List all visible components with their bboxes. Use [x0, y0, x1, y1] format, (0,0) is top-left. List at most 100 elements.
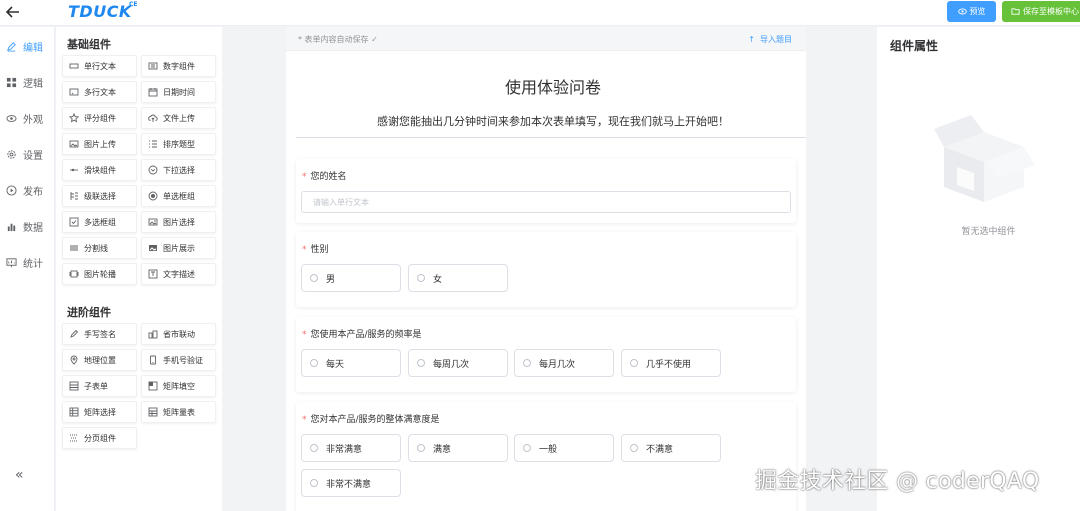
- empty-box-illustration: [934, 115, 1035, 202]
- radio-circle-icon: [630, 359, 638, 367]
- component-item[interactable]: 图片上传: [62, 133, 137, 155]
- radio-option[interactable]: 每天: [301, 349, 401, 377]
- component-item[interactable]: 下拉选择: [141, 159, 216, 181]
- bar-chart-icon: [7, 223, 16, 232]
- component-item[interactable]: 图片选择: [141, 211, 216, 233]
- component-item[interactable]: 矩阵填空: [141, 375, 216, 397]
- component-label: 日期时间: [163, 87, 195, 97]
- upload-arrow-icon: ↑: [748, 35, 755, 44]
- eye-icon: [957, 8, 967, 15]
- radio-circle-icon: [310, 444, 318, 452]
- component-item[interactable]: 手写签名: [62, 323, 137, 345]
- logo[interactable]: TDUCK: [68, 2, 132, 21]
- nav-item-appearance[interactable]: 外观: [6, 111, 43, 126]
- radio-circle-icon: [630, 444, 638, 452]
- component-item[interactable]: 单行文本: [62, 55, 137, 77]
- radio-option[interactable]: 女: [408, 264, 508, 292]
- component-item[interactable]: 多行文本: [62, 81, 137, 103]
- textarea-icon: [69, 88, 79, 96]
- nav-item-data[interactable]: 数据: [6, 219, 43, 234]
- component-item[interactable]: 矩阵选择: [62, 401, 137, 423]
- slider-icon: [70, 168, 78, 172]
- radio-option[interactable]: 几乎不使用: [621, 349, 721, 377]
- nav-label-data: 数据: [23, 223, 43, 234]
- question-card-gender[interactable]: * 性别 男 女: [296, 232, 796, 307]
- component-item[interactable]: 图片轮播: [62, 263, 137, 285]
- question-card-name[interactable]: * 您的姓名 请输入单行文本: [296, 159, 796, 223]
- radio-circle-icon: [417, 274, 425, 282]
- component-item[interactable]: 地理位置: [62, 349, 137, 371]
- basic-components-grid: 单行文本 数字组件 多行文本 日期时间评分组件 文件上传 图片上传 排序题型滑块组件 下拉选择…: [62, 55, 216, 285]
- component-item[interactable]: 手机号验证: [141, 349, 216, 371]
- nav-item-logic[interactable]: 逻辑: [6, 75, 43, 90]
- component-item[interactable]: 矩阵量表: [141, 401, 216, 423]
- component-item[interactable]: 排序题型: [141, 133, 216, 155]
- nav-label-logic: 逻辑: [23, 79, 43, 90]
- radio-option[interactable]: 每月几次: [514, 349, 614, 377]
- import-questions-link[interactable]: ↑ 导入题目: [748, 34, 792, 45]
- question-card-frequency[interactable]: * 您使用本产品/服务的频率是 每天 每周几次 每月几次 几乎不使用: [296, 317, 796, 392]
- component-item[interactable]: 文件上传: [141, 107, 216, 129]
- radio-circle-icon: [417, 359, 425, 367]
- component-item[interactable]: 滑块组件: [62, 159, 137, 181]
- nav-item-stats[interactable]: 统计: [6, 255, 43, 270]
- component-item[interactable]: 评分组件: [62, 107, 137, 129]
- back-arrow-icon[interactable]: [4, 3, 22, 21]
- radio-option[interactable]: 非常不满意: [301, 469, 401, 497]
- radio-circle-icon: [523, 444, 531, 452]
- nav-item-publish[interactable]: 发布: [6, 183, 43, 198]
- radio-option[interactable]: 男: [301, 264, 401, 292]
- radio-option[interactable]: 每周几次: [408, 349, 508, 377]
- form-title[interactable]: 使用体验问卷: [286, 74, 806, 98]
- component-item[interactable]: 数字组件: [141, 55, 216, 77]
- checkbox-icon: [69, 217, 79, 227]
- radio-option[interactable]: 非常满意: [301, 434, 401, 462]
- subform-icon: [69, 381, 79, 391]
- nav-item-settings[interactable]: 设置: [6, 147, 43, 162]
- name-input[interactable]: 请输入单行文本: [301, 191, 791, 213]
- component-item[interactable]: 多选框组: [62, 211, 137, 233]
- properties-panel: 组件属性 暂无选中组件: [877, 27, 1080, 511]
- location-icon: [70, 355, 78, 365]
- preview-button[interactable]: 预览: [947, 1, 996, 22]
- input-icon: [69, 63, 79, 69]
- component-label: 矩阵选择: [84, 407, 116, 417]
- nav-label-settings: 设置: [23, 151, 43, 162]
- collapse-icon[interactable]: «: [15, 467, 24, 483]
- component-label: 单选框组: [163, 191, 195, 201]
- region-icon: [148, 330, 158, 339]
- phone-icon: [150, 355, 156, 365]
- component-item[interactable]: 省市联动: [141, 323, 216, 345]
- component-label: 评分组件: [84, 113, 116, 123]
- component-item[interactable]: 分页组件: [62, 427, 137, 449]
- radio-option[interactable]: 一般: [514, 434, 614, 462]
- radio-option[interactable]: 满意: [408, 434, 508, 462]
- grid-icon: [6, 77, 17, 88]
- component-item[interactable]: 子表单: [62, 375, 137, 397]
- component-label: 分割线: [84, 243, 108, 253]
- component-label: 滑块组件: [84, 165, 116, 175]
- save-to-template-button[interactable]: 保存至模板中心: [1002, 1, 1080, 22]
- matrix-select-icon: [69, 407, 79, 417]
- basic-components-title: 基础组件: [67, 38, 111, 51]
- component-item[interactable]: 单选框组: [141, 185, 216, 207]
- component-label: 下拉选择: [163, 165, 195, 175]
- component-label: 图片轮播: [84, 269, 116, 279]
- component-item[interactable]: 文字描述: [141, 263, 216, 285]
- radio-circle-icon: [417, 444, 425, 452]
- component-panel: 基础组件 单行文本 数字组件 多行文本 日期时间评分组件 文件上传 图片上传 排序题型滑块组…: [56, 27, 222, 511]
- nav-item-edit[interactable]: 编辑: [6, 39, 43, 54]
- divider-icon: [70, 245, 78, 251]
- question-card-satisfaction[interactable]: * 您对本产品/服务的整体满意度是 非常满意 满意 一般 不满意 非常不满意: [296, 402, 796, 511]
- component-item[interactable]: 级联选择: [62, 185, 137, 207]
- advanced-components-grid: 手写签名 省市联动 地理位置 手机号验证 子表单 矩阵填空矩阵选择 矩阵量表分页组件: [62, 323, 216, 449]
- component-item[interactable]: 图片展示: [141, 237, 216, 259]
- component-item[interactable]: 日期时间: [141, 81, 216, 103]
- form-description[interactable]: 感谢您能抽出几分钟时间来参加本次表单填写，现在我们就马上开始吧！: [286, 113, 806, 129]
- component-item[interactable]: 分割线: [62, 237, 137, 259]
- radio-option[interactable]: 不满意: [621, 434, 721, 462]
- nav-label-stats: 统计: [23, 259, 43, 270]
- component-label: 矩阵量表: [163, 407, 195, 417]
- play-icon: [6, 185, 17, 196]
- save-label: 保存至模板中心: [1023, 7, 1079, 16]
